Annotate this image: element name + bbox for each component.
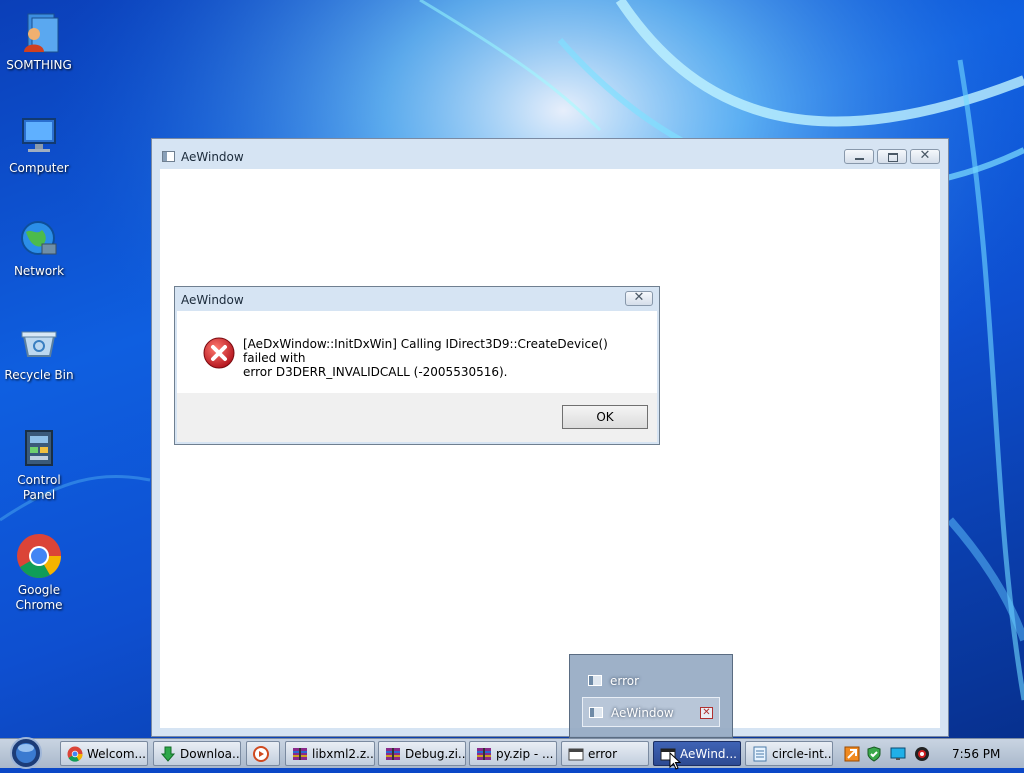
taskbar-button-media-player[interactable]: [246, 741, 280, 766]
dialog-title: AeWindow: [181, 293, 244, 307]
dialog-body: [AeDxWindow::InitDxWin] Calling IDirect3…: [177, 311, 657, 393]
computer-icon: [18, 115, 60, 157]
media-player-icon: [253, 746, 269, 762]
thumbnail-label: error: [610, 674, 640, 688]
desktop-icon-google-chrome[interactable]: Google Chrome: [0, 533, 78, 613]
desktop-icon-label: Computer: [9, 161, 69, 175]
thumbnail-item-aewindow[interactable]: AeWindow ✕: [582, 697, 720, 727]
desktop-icon-network[interactable]: Network: [0, 218, 78, 279]
chrome-icon: [16, 533, 62, 579]
display-monitor-icon[interactable]: [890, 746, 906, 762]
security-shield-icon[interactable]: [866, 746, 882, 762]
taskbar-button-label: Debug.zi...: [405, 747, 466, 761]
taskbar-thumbnail-popup: error AeWindow ✕: [569, 654, 733, 738]
error-dialog[interactable]: AeWindow ✕ [AeDxWindow::InitDxWin] Calli…: [174, 286, 660, 445]
taskbar-button-debug-zip[interactable]: Debug.zi...: [378, 741, 466, 766]
dialog-message: [AeDxWindow::InitDxWin] Calling IDirect3…: [243, 337, 643, 379]
notepad-icon: [752, 746, 768, 762]
taskbar-button-libxml2[interactable]: libxml2.z...: [285, 741, 375, 766]
taskbar-button-py-zip[interactable]: py.zip - ...: [469, 741, 557, 766]
user-folder-icon: [18, 12, 60, 54]
close-icon: ✕: [919, 148, 931, 163]
clock[interactable]: 7:56 PM: [952, 747, 1000, 761]
winrar-archive-icon: [476, 746, 492, 762]
thumbnail-item-error[interactable]: error: [582, 666, 720, 696]
thumbnail-label: AeWindow: [611, 706, 674, 720]
maximize-button[interactable]: [877, 149, 907, 164]
tray-app-icon[interactable]: [844, 746, 860, 762]
mouse-cursor-icon: [669, 751, 682, 770]
taskbar: Welcom... Downloa... libxml2.z... Debug.…: [0, 737, 1024, 769]
taskbar-button-error[interactable]: error: [561, 741, 649, 766]
minimize-button[interactable]: [844, 149, 874, 164]
dialog-close-button[interactable]: ✕: [625, 290, 653, 306]
winrar-archive-icon: [385, 746, 401, 762]
desktop-icon-label: SOMTHING: [6, 58, 72, 72]
network-globe-icon: [18, 218, 60, 260]
desktop-icon-control-panel[interactable]: Control Panel: [0, 427, 78, 503]
taskbar-button-welcome[interactable]: Welcom...: [60, 741, 148, 766]
taskbar-button-label: AeWind...: [680, 747, 737, 761]
thumbnail-close-button[interactable]: ✕: [700, 707, 713, 719]
chrome-icon: [67, 746, 83, 762]
main-window-client-area: [160, 169, 940, 728]
dialog-message-line-2: error D3DERR_INVALIDCALL (-2005530516).: [243, 365, 508, 379]
desktop-icon-somthing[interactable]: SOMTHING: [0, 12, 78, 73]
start-button[interactable]: [6, 737, 46, 769]
error-icon: [203, 337, 235, 369]
taskbar-button-label: Downloa...: [180, 747, 241, 761]
desktop-icon-label: Google Chrome: [15, 583, 63, 612]
console-window-icon: [588, 675, 602, 686]
app-window-icon: [162, 151, 175, 162]
close-icon: ✕: [633, 290, 645, 305]
close-button[interactable]: ✕: [910, 148, 940, 164]
console-window-icon: [568, 746, 584, 762]
system-tray: 7:56 PM: [838, 741, 1024, 766]
desktop-icon-label: Recycle Bin: [4, 368, 74, 382]
taskbar-button-aewindow[interactable]: AeWind...: [653, 741, 741, 766]
control-panel-icon: [18, 427, 60, 469]
desktop-icon-computer[interactable]: Computer: [0, 115, 78, 176]
taskbar-button-label: py.zip - ...: [496, 747, 554, 761]
main-window-titlebar[interactable]: AeWindow ✕: [152, 139, 948, 169]
desktop-icon-label: Control Panel: [17, 473, 61, 502]
dialog-footer: OK: [177, 393, 657, 442]
ok-button[interactable]: OK: [562, 405, 648, 429]
desktop-icon-label: Network: [13, 264, 65, 278]
taskbar-button-label: libxml2.z...: [312, 747, 375, 761]
volume-speaker-icon[interactable]: [914, 746, 930, 762]
taskbar-button-label: error: [588, 747, 618, 761]
taskbar-button-label: Welcom...: [87, 747, 146, 761]
recycle-bin-icon: [18, 322, 60, 364]
taskbar-button-label: circle-int...: [772, 747, 833, 761]
download-arrow-icon: [160, 746, 176, 762]
main-window-title: AeWindow: [181, 150, 244, 164]
taskbar-button-circle-int[interactable]: circle-int...: [745, 741, 833, 766]
taskbar-button-downloads[interactable]: Downloa...: [153, 741, 241, 766]
dialog-message-line-1: [AeDxWindow::InitDxWin] Calling IDirect3…: [243, 337, 608, 365]
console-window-icon: [589, 707, 603, 718]
desktop-icon-recycle-bin[interactable]: Recycle Bin: [0, 322, 78, 383]
winrar-archive-icon: [292, 746, 308, 762]
